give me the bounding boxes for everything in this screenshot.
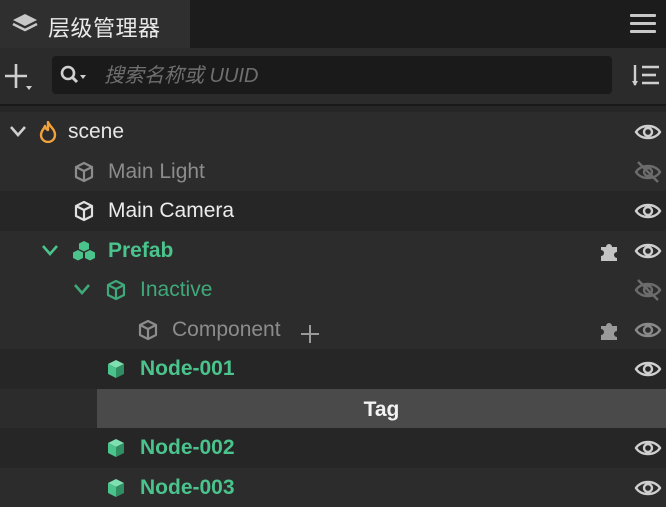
node-label: Inactive (140, 278, 212, 302)
eye-icon[interactable] (634, 199, 662, 223)
prefab-cube-icon (106, 279, 126, 301)
plus-icon (300, 324, 320, 344)
chevron-down-icon[interactable] (73, 282, 91, 296)
node-label: scene (68, 120, 124, 144)
chevron-down-icon[interactable] (41, 243, 59, 257)
eye-off-icon[interactable] (634, 160, 662, 184)
search-box[interactable] (52, 56, 612, 94)
tag-label: Tag (97, 398, 666, 422)
eye-icon[interactable] (634, 476, 662, 500)
tree-row-scene[interactable]: scene (0, 112, 666, 152)
eye-icon[interactable] (634, 318, 662, 342)
tree-row-node-001[interactable]: Node-001 (0, 349, 666, 389)
eye-icon[interactable] (634, 120, 662, 144)
sort-list-icon[interactable] (632, 62, 660, 88)
eye-icon[interactable] (634, 357, 662, 381)
node-label: Prefab (108, 239, 173, 263)
eye-icon[interactable] (634, 436, 662, 460)
hamburger-menu-icon[interactable] (630, 14, 656, 34)
node-label: Main Camera (108, 199, 234, 223)
cube-icon (74, 161, 94, 183)
prefab-cubes-icon (72, 240, 96, 262)
add-node-button[interactable] (4, 61, 34, 91)
search-input[interactable] (102, 60, 596, 92)
hierarchy-tab[interactable]: 层级管理器 (0, 0, 190, 48)
eye-icon[interactable] (634, 239, 662, 263)
cube-icon (74, 200, 94, 222)
puzzle-icon (598, 240, 620, 262)
tree-row-main-light[interactable]: Main Light (0, 152, 666, 192)
prefab-cube-icon (106, 437, 126, 459)
cube-icon (138, 319, 158, 341)
puzzle-icon (598, 319, 620, 341)
search-icon[interactable] (60, 65, 86, 85)
node-label: Node-002 (140, 436, 235, 460)
panel-header: 层级管理器 (0, 0, 666, 48)
eye-off-icon[interactable] (634, 278, 662, 302)
hierarchy-toolbar (0, 48, 666, 106)
panel-title: 层级管理器 (48, 11, 161, 43)
node-label: Node-003 (140, 476, 235, 500)
tree-row-node-003[interactable]: Node-003 (0, 468, 666, 507)
node-label: Component (172, 318, 281, 342)
tree-row-inactive[interactable]: Inactive (0, 270, 666, 310)
tree-row-prefab[interactable]: Prefab (0, 231, 666, 271)
tree-row-component[interactable]: Component (0, 310, 666, 350)
node-label: Node-001 (140, 357, 235, 381)
flame-icon (38, 121, 58, 143)
node-label: Main Light (108, 160, 205, 184)
tree-row-tag[interactable]: Tag (0, 389, 666, 429)
tree-row-main-camera[interactable]: Main Camera (0, 191, 666, 231)
prefab-cube-icon (106, 358, 126, 380)
layers-icon (12, 13, 38, 35)
tree-row-node-002[interactable]: Node-002 (0, 428, 666, 468)
node-tree: scene Main Light Main Camera (0, 112, 666, 507)
tag-bar[interactable]: Tag (97, 389, 666, 429)
chevron-down-icon[interactable] (9, 124, 27, 138)
prefab-cube-icon (106, 477, 126, 499)
